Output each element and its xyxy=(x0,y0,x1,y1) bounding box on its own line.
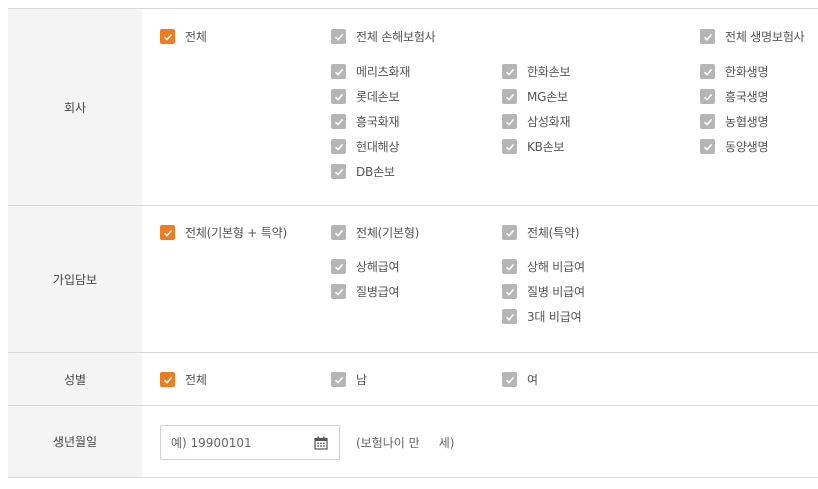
checkbox-label: 흥국생명 xyxy=(725,90,769,104)
check-icon xyxy=(700,139,715,154)
checkbox-label: 한화손보 xyxy=(527,65,571,79)
checkbox-label: KB손보 xyxy=(527,140,565,154)
coverage-options: 전체(기본형 + 특약) 전체(기본형) 전체(특약) 상해급여 질병급여 상해… xyxy=(142,206,818,352)
gender-options: 전체 남 여 xyxy=(142,353,818,405)
company-row: 회사 전체 전체 손해보험사 전체 생명보험사 메리츠화재 롯데손보 흥국화재 … xyxy=(8,9,818,206)
coverage-checkbox[interactable]: 상해 비급여 xyxy=(502,258,585,275)
check-icon xyxy=(502,89,517,104)
checkbox-label: 농협생명 xyxy=(725,115,769,129)
checkbox-label: 메리츠화재 xyxy=(356,65,411,79)
check-icon xyxy=(331,64,346,79)
checkbox-label: 전체(기본형 + 특약) xyxy=(185,226,287,240)
check-icon xyxy=(700,29,715,44)
check-icon xyxy=(502,284,517,299)
nonlife-all-checkbox[interactable]: 전체 손해보험사 xyxy=(331,28,436,45)
company-checkbox[interactable]: 삼성화재 xyxy=(502,113,571,130)
company-checkbox[interactable]: 메리츠화재 xyxy=(331,63,410,80)
check-icon xyxy=(502,372,517,387)
company-checkbox[interactable]: 롯데손보 xyxy=(331,88,400,105)
birth-options: (보험나이 만 세) xyxy=(142,406,818,477)
coverage-checkbox[interactable]: 3대 비급여 xyxy=(502,308,582,325)
company-checkbox[interactable]: 한화손보 xyxy=(502,63,571,80)
coverage-basic-all-checkbox[interactable]: 전체(기본형) xyxy=(331,224,419,241)
company-checkbox[interactable]: 흥국생명 xyxy=(700,88,769,105)
company-checkbox[interactable]: KB손보 xyxy=(502,138,565,155)
checkbox-label: 남 xyxy=(356,373,367,387)
checkbox-label: 상해급여 xyxy=(356,260,400,274)
checkbox-label: 질병 비급여 xyxy=(527,285,585,299)
gender-row: 성별 전체 남 여 xyxy=(8,353,818,406)
coverage-all-checkbox[interactable]: 전체(기본형 + 특약) xyxy=(160,224,287,241)
checkbox-label: 3대 비급여 xyxy=(527,310,582,324)
check-icon xyxy=(502,225,517,240)
birth-row: 생년월일 (보험나이 만 세) xyxy=(8,406,818,478)
company-checkbox[interactable]: 현대해상 xyxy=(331,138,400,155)
check-icon xyxy=(700,114,715,129)
check-icon xyxy=(160,225,175,240)
company-checkbox[interactable]: 흥국화재 xyxy=(331,113,400,130)
check-icon xyxy=(502,309,517,324)
check-icon xyxy=(331,259,346,274)
company-checkbox[interactable]: 농협생명 xyxy=(700,113,769,130)
coverage-checkbox[interactable]: 질병급여 xyxy=(331,283,400,300)
coverage-checkbox[interactable]: 질병 비급여 xyxy=(502,283,585,300)
check-icon xyxy=(502,259,517,274)
check-icon xyxy=(502,114,517,129)
company-label: 회사 xyxy=(8,9,142,205)
check-icon xyxy=(700,64,715,79)
check-icon xyxy=(331,114,346,129)
checkbox-label: 전체 xyxy=(185,30,207,44)
check-icon xyxy=(160,372,175,387)
checkbox-label: 전체 생명보험사 xyxy=(725,30,805,44)
checkbox-label: 전체 xyxy=(185,373,207,387)
coverage-label: 가입담보 xyxy=(8,206,142,352)
check-icon xyxy=(331,29,346,44)
check-icon xyxy=(331,372,346,387)
check-icon xyxy=(700,89,715,104)
birth-label: 생년월일 xyxy=(8,406,142,477)
birthdate-field xyxy=(160,425,340,460)
birthdate-input[interactable] xyxy=(161,426,301,459)
checkbox-label: 동양생명 xyxy=(725,140,769,154)
company-all-checkbox[interactable]: 전체 xyxy=(160,28,207,45)
checkbox-label: 여 xyxy=(527,373,538,387)
insurance-age-note: (보험나이 만 세) xyxy=(356,436,455,450)
checkbox-label: 전체(기본형) xyxy=(356,226,420,240)
checkbox-label: 롯데손보 xyxy=(356,90,400,104)
gender-all-checkbox[interactable]: 전체 xyxy=(160,371,207,388)
check-icon xyxy=(331,225,346,240)
coverage-rider-all-checkbox[interactable]: 전체(특약) xyxy=(502,224,580,241)
check-icon xyxy=(502,64,517,79)
coverage-checkbox[interactable]: 상해급여 xyxy=(331,258,400,275)
check-icon xyxy=(160,29,175,44)
company-options: 전체 전체 손해보험사 전체 생명보험사 메리츠화재 롯데손보 흥국화재 현대해… xyxy=(142,9,818,205)
company-checkbox[interactable]: MG손보 xyxy=(502,88,568,105)
check-icon xyxy=(331,284,346,299)
gender-female-checkbox[interactable]: 여 xyxy=(502,371,538,388)
company-checkbox[interactable]: 한화생명 xyxy=(700,63,769,80)
check-icon xyxy=(502,139,517,154)
checkbox-label: MG손보 xyxy=(527,90,568,104)
check-icon xyxy=(331,164,346,179)
company-checkbox[interactable]: 동양생명 xyxy=(700,138,769,155)
life-all-checkbox[interactable]: 전체 생명보험사 xyxy=(700,28,805,45)
checkbox-label: 삼성화재 xyxy=(527,115,571,129)
checkbox-label: 흥국화재 xyxy=(356,115,400,129)
checkbox-label: 한화생명 xyxy=(725,65,769,79)
check-icon xyxy=(331,139,346,154)
checkbox-label: 상해 비급여 xyxy=(527,260,585,274)
calendar-icon[interactable] xyxy=(314,436,328,450)
check-icon xyxy=(331,89,346,104)
coverage-row: 가입담보 전체(기본형 + 특약) 전체(기본형) 전체(특약) 상해급여 질병… xyxy=(8,206,818,353)
company-checkbox[interactable]: DB손보 xyxy=(331,163,395,180)
checkbox-label: DB손보 xyxy=(356,165,395,179)
gender-label: 성별 xyxy=(8,353,142,405)
gender-male-checkbox[interactable]: 남 xyxy=(331,371,367,388)
checkbox-label: 질병급여 xyxy=(356,285,400,299)
checkbox-label: 현대해상 xyxy=(356,140,400,154)
checkbox-label: 전체 손해보험사 xyxy=(356,30,436,44)
checkbox-label: 전체(특약) xyxy=(527,226,580,240)
search-form: 회사 전체 전체 손해보험사 전체 생명보험사 메리츠화재 롯데손보 흥국화재 … xyxy=(8,8,818,478)
